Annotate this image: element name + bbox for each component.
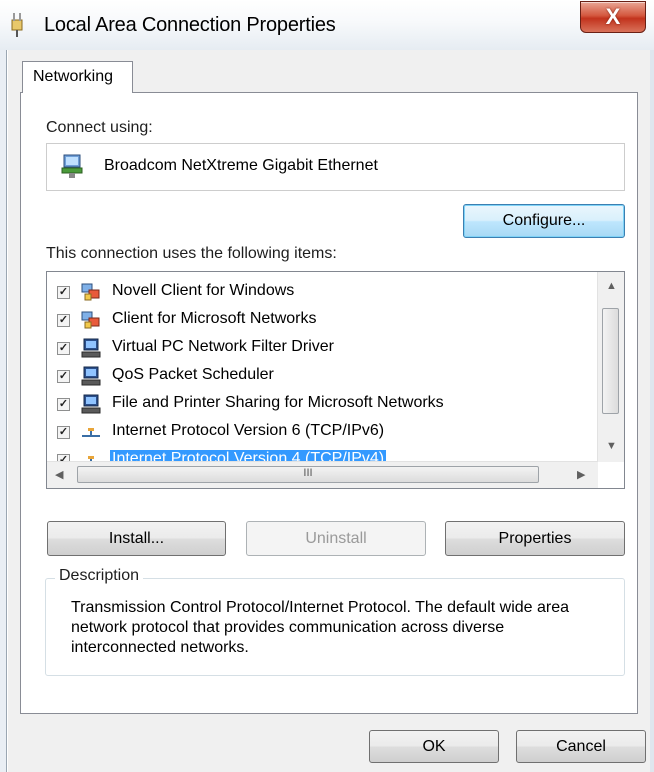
list-item[interactable]: ✓ Virtual PC Network Filter Driver <box>53 336 593 360</box>
tab-label: Networking <box>33 68 114 85</box>
item-label: Novell Client for Windows <box>112 282 295 299</box>
checkbox[interactable]: ✓ <box>57 286 70 299</box>
item-label: Client for Microsoft Networks <box>112 310 317 327</box>
tab-networking[interactable]: Networking <box>22 61 133 93</box>
item-label: QoS Packet Scheduler <box>112 366 274 383</box>
window-frame-right <box>650 50 654 772</box>
scroll-left-icon[interactable]: ◀ <box>55 468 63 481</box>
close-button[interactable]: X <box>580 1 646 33</box>
properties-button[interactable]: Properties <box>445 521 625 556</box>
service-computer-icon <box>81 394 101 414</box>
scroll-up-icon[interactable]: ▲ <box>606 280 617 292</box>
adapter-field: Broadcom NetXtreme Gigabit Ethernet <box>46 143 625 191</box>
list-item[interactable]: ✓ Client for Microsoft Networks <box>53 308 593 332</box>
configure-button-label: Configure... <box>502 212 586 229</box>
horizontal-scroll-thumb[interactable]: III <box>77 466 539 483</box>
network-client-icon <box>81 311 100 329</box>
scroll-right-icon[interactable]: ▶ <box>577 468 585 481</box>
vertical-scrollbar[interactable]: ▲ ▼ <box>597 272 624 462</box>
network-plug-icon <box>11 13 23 37</box>
item-label: Virtual PC Network Filter Driver <box>112 338 334 355</box>
service-computer-icon <box>81 366 101 386</box>
uninstall-button[interactable]: Uninstall <box>246 521 426 556</box>
item-label: Internet Protocol Version 6 (TCP/IPv6) <box>112 422 385 439</box>
items-label: This connection uses the following items… <box>46 245 337 262</box>
window-frame-left <box>0 50 7 772</box>
uninstall-button-label: Uninstall <box>305 530 367 547</box>
horizontal-scrollbar[interactable]: ◀ III ▶ <box>47 461 598 488</box>
checkbox[interactable]: ✓ <box>57 426 70 439</box>
properties-button-label: Properties <box>498 530 572 547</box>
vertical-scroll-thumb[interactable] <box>602 308 619 414</box>
item-label: File and Printer Sharing for Microsoft N… <box>112 394 444 411</box>
components-list[interactable]: ✓ Novell Client for Windows ✓ Client for… <box>46 271 625 489</box>
checkbox[interactable]: ✓ <box>57 314 70 327</box>
checkbox[interactable]: ✓ <box>57 370 70 383</box>
close-icon: X <box>605 4 621 29</box>
configure-button[interactable]: Configure... <box>463 204 625 238</box>
checkbox[interactable]: ✓ <box>57 342 70 355</box>
adapter-name: Broadcom NetXtreme Gigabit Ethernet <box>104 157 378 174</box>
list-item[interactable]: ✓ Internet Protocol Version 6 (TCP/IPv6) <box>53 420 593 444</box>
scroll-down-icon[interactable]: ▼ <box>606 440 617 452</box>
network-adapter-icon <box>61 154 83 178</box>
list-item[interactable]: ✓ QoS Packet Scheduler <box>53 364 593 388</box>
cancel-button[interactable]: Cancel <box>516 730 646 763</box>
protocol-icon <box>82 428 100 437</box>
install-button[interactable]: Install... <box>47 521 226 556</box>
ok-button[interactable]: OK <box>369 730 499 763</box>
install-button-label: Install... <box>108 530 165 547</box>
title-bar[interactable]: Local Area Connection Properties X <box>0 0 654 50</box>
network-client-icon <box>81 283 100 301</box>
checkbox[interactable]: ✓ <box>57 398 70 411</box>
window-title: Local Area Connection Properties <box>44 14 336 36</box>
description-text: Transmission Control Protocol/Internet P… <box>71 599 570 656</box>
connect-using-label: Connect using: <box>46 119 153 136</box>
scroll-grip: III <box>303 467 313 479</box>
description-legend: Description <box>55 567 144 585</box>
cancel-button-label: Cancel <box>556 738 606 755</box>
list-item[interactable]: ✓ File and Printer Sharing for Microsoft… <box>53 392 593 416</box>
list-item[interactable]: ✓ Novell Client for Windows <box>53 280 593 304</box>
service-computer-icon <box>81 338 101 358</box>
ok-button-label: OK <box>422 738 446 755</box>
